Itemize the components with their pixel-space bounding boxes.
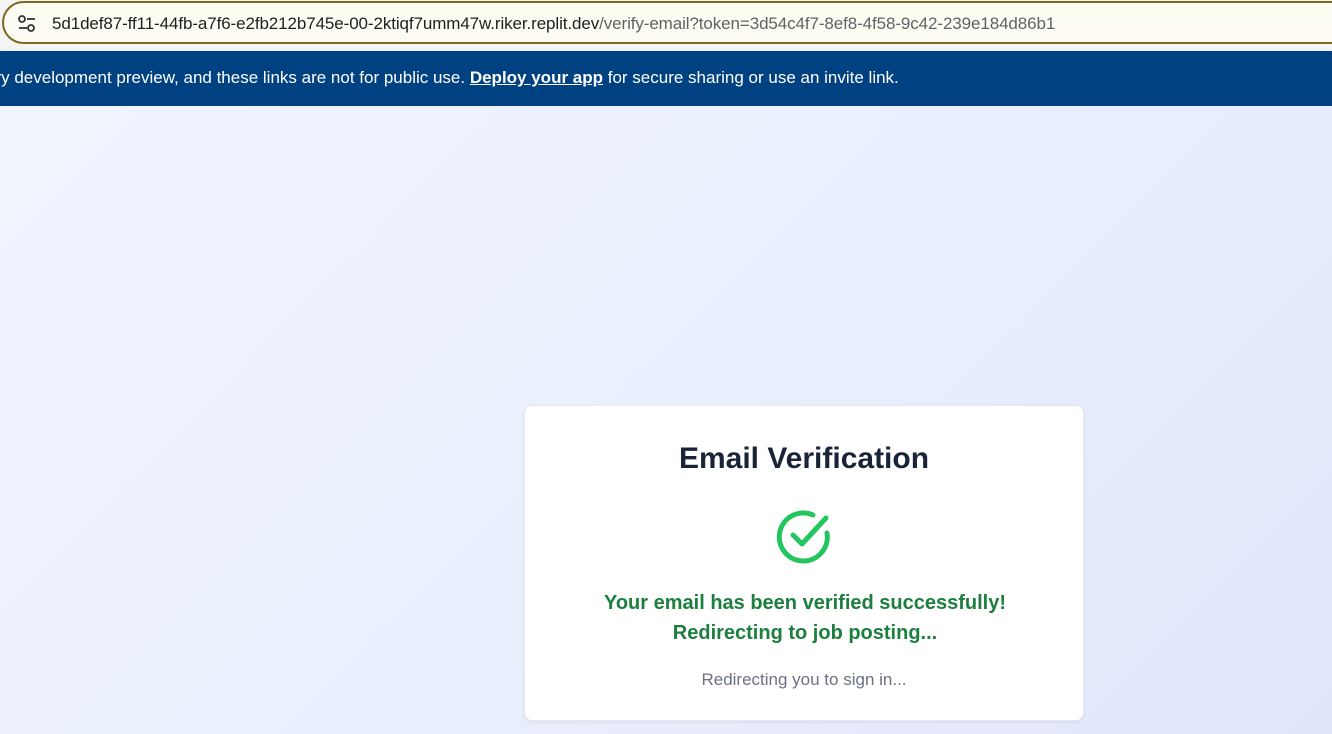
url-path: /verify-email?token=3d54c4f7-8ef8-4f58-9… (599, 14, 1056, 33)
banner-text-before: ary development preview, and these links… (0, 68, 470, 87)
url-host: 5d1def87-ff11-44fb-a7f6-e2fb212b745e-00-… (52, 14, 600, 33)
check-circle-icon (775, 507, 833, 565)
banner-text: ary development preview, and these links… (0, 68, 899, 88)
tune-icon[interactable] (16, 13, 38, 35)
verification-card: Email Verification Your email has been v… (524, 405, 1084, 721)
success-message: Your email has been verified successfull… (603, 592, 1006, 644)
redirect-message: Redirecting you to sign in... (701, 670, 907, 689)
card-title: Email Verification (678, 442, 930, 475)
deploy-your-app-link[interactable]: Deploy your app (470, 68, 603, 87)
dev-preview-banner: ary development preview, and these links… (0, 51, 1332, 106)
url-text[interactable]: 5d1def87-ff11-44fb-a7f6-e2fb212b745e-00-… (52, 14, 1055, 34)
browser-toolbar: 5d1def87-ff11-44fb-a7f6-e2fb212b745e-00-… (0, 0, 1332, 50)
address-bar[interactable]: 5d1def87-ff11-44fb-a7f6-e2fb212b745e-00-… (2, 1, 1332, 44)
banner-text-after: for secure sharing or use an invite link… (603, 68, 899, 87)
